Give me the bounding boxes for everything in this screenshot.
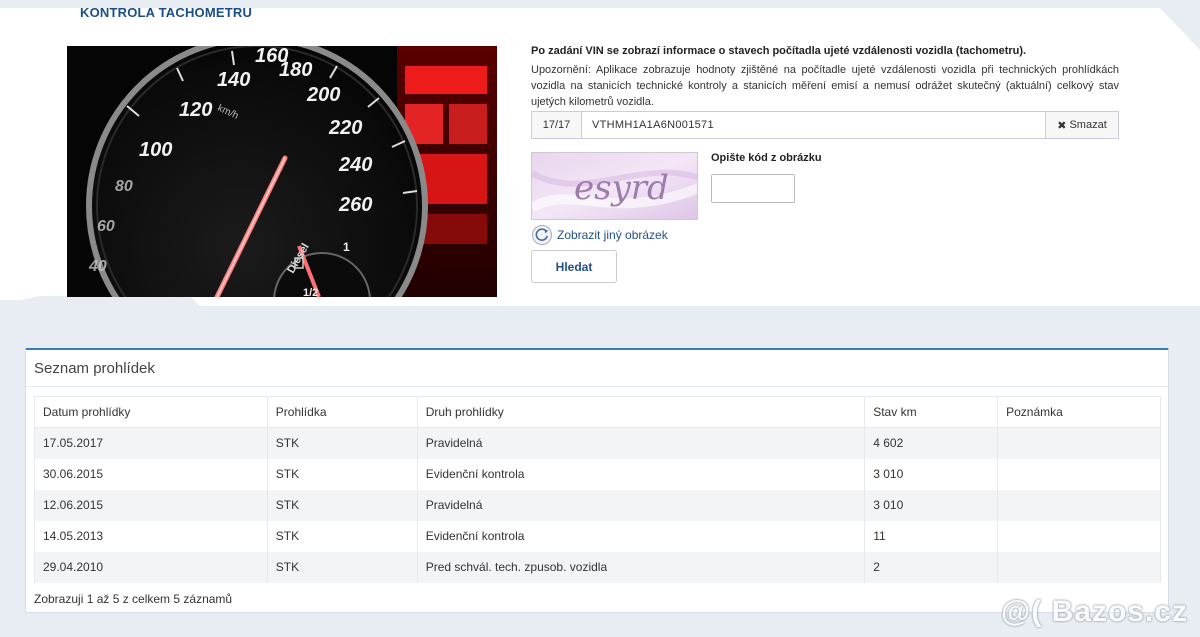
inspections-table: Datum prohlídky Prohlídka Druh prohlídky… <box>34 396 1161 583</box>
cell-type: Evidenční kontrola <box>416 520 866 552</box>
column-header-date[interactable]: Datum prohlídky <box>34 396 268 428</box>
gauge-label-60: 60 <box>97 218 115 235</box>
vin-char-count: 17/17 <box>532 112 582 138</box>
gauge-label-120: 120 <box>179 99 212 121</box>
refresh-captcha-link[interactable]: Zobrazit jiný obrázek <box>532 225 668 245</box>
gauge-label-100: 100 <box>139 139 172 161</box>
watermark: @( Bazos.cz <box>1001 595 1188 628</box>
cell-inspection: STK <box>266 427 418 459</box>
cell-type: Pravidelná <box>416 489 866 521</box>
divider <box>26 386 1168 387</box>
column-header-km[interactable]: Stav km <box>864 396 999 428</box>
cell-note <box>997 520 1161 552</box>
fuel-mark-half: 1/2 <box>303 287 318 297</box>
search-button[interactable]: Hledat <box>531 250 617 283</box>
cell-km: 3 010 <box>864 489 999 521</box>
inspections-panel: Seznam prohlídek Datum prohlídky Prohlíd… <box>25 348 1169 613</box>
info-heading: Po zadání VIN se zobrazí informace o sta… <box>531 45 1027 57</box>
vin-check-panel: KONTROLA TACHOMETRU 100 120 140 160 180 … <box>0 0 1200 308</box>
cell-note <box>997 458 1161 490</box>
gauge-label-200: 200 <box>306 84 340 106</box>
vin-input[interactable]: VTHMH1A1A6N001571 <box>582 119 1045 131</box>
close-icon: ✖ <box>1057 119 1067 132</box>
gauge-label-40: 40 <box>88 258 107 275</box>
cell-km: 3 010 <box>864 458 999 490</box>
column-header-note[interactable]: Poznámka <box>997 396 1161 428</box>
cell-type: Evidenční kontrola <box>416 458 866 490</box>
table-row: 29.04.2010 STK Pred schvál. tech. zpusob… <box>34 551 1161 583</box>
cell-date: 30.06.2015 <box>34 458 268 490</box>
table-header-row: Datum prohlídky Prohlídka Druh prohlídky… <box>34 396 1161 428</box>
inspections-title: Seznam prohlídek <box>34 360 155 377</box>
cell-km: 11 <box>864 520 999 552</box>
captcha-label: Opište kód z obrázku <box>711 152 822 164</box>
cell-type: Pred schvál. tech. zpusob. vozidla <box>416 551 866 583</box>
cell-note <box>997 551 1161 583</box>
table-row: 17.05.2017 STK Pravidelná 4 602 <box>34 427 1161 459</box>
fuel-mark-full: 1 <box>343 240 350 254</box>
gauge-label-240: 240 <box>338 154 372 176</box>
gauge-label-140: 140 <box>217 69 250 91</box>
refresh-icon <box>532 225 552 245</box>
gauge-label-260: 260 <box>338 194 372 216</box>
cell-km: 2 <box>864 551 999 583</box>
gauge-label-80: 80 <box>115 178 133 195</box>
cell-inspection: STK <box>266 458 418 490</box>
clear-button[interactable]: ✖ Smazat <box>1045 112 1118 138</box>
cell-km: 4 602 <box>864 427 999 459</box>
captcha-input[interactable] <box>711 174 795 203</box>
gauge-label-220: 220 <box>328 117 362 139</box>
cell-date: 17.05.2017 <box>34 427 268 459</box>
page-title: KONTROLA TACHOMETRU <box>80 5 253 20</box>
cell-note <box>997 489 1161 521</box>
info-warning: Upozornění: Aplikace zobrazuje hodnoty z… <box>531 64 1119 108</box>
table-row: 30.06.2015 STK Evidenční kontrola 3 010 <box>34 458 1161 490</box>
captcha-code: esyrd <box>574 168 669 208</box>
column-header-type[interactable]: Druh prohlídky <box>416 396 866 428</box>
cell-date: 14.05.2013 <box>34 520 268 552</box>
cell-note <box>997 427 1161 459</box>
refresh-captcha-label: Zobrazit jiný obrázek <box>557 228 668 242</box>
column-header-inspection[interactable]: Prohlídka <box>266 396 418 428</box>
cell-inspection: STK <box>266 489 418 521</box>
table-row: 14.05.2013 STK Evidenční kontrola 11 <box>34 520 1161 552</box>
clear-button-label: Smazat <box>1069 119 1107 131</box>
table-info: Zobrazuji 1 až 5 z celkem 5 záznamů <box>34 592 233 606</box>
table-row: 12.06.2015 STK Pravidelná 3 010 <box>34 489 1161 521</box>
speedometer-image: 100 120 140 160 180 200 220 240 260 80 6… <box>67 46 497 297</box>
cell-inspection: STK <box>266 551 418 583</box>
captcha-image: esyrd <box>531 152 698 220</box>
cell-date: 12.06.2015 <box>34 489 268 521</box>
cell-type: Pravidelná <box>416 427 866 459</box>
vin-input-group: 17/17 VTHMH1A1A6N001571 ✖ Smazat <box>531 111 1119 139</box>
gauge-label-180: 180 <box>279 59 312 81</box>
cell-date: 29.04.2010 <box>34 551 268 583</box>
cell-inspection: STK <box>266 520 418 552</box>
